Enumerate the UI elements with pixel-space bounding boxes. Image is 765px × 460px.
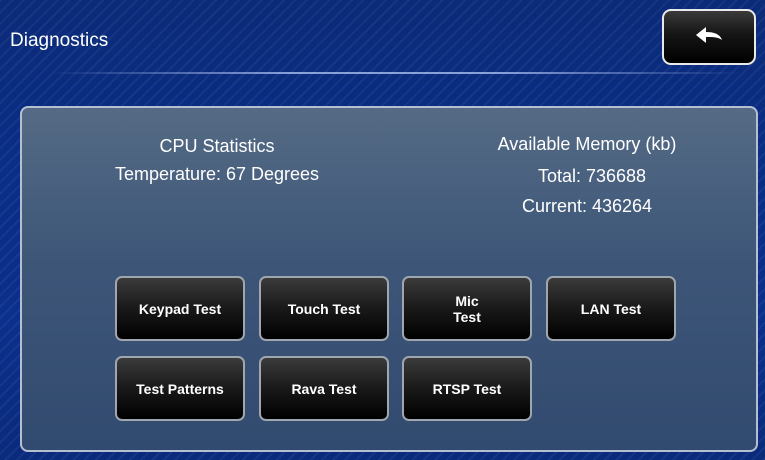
header-divider [50,72,740,74]
rtsp-test-label: RTSP Test [432,380,502,397]
page-title: Diagnostics [10,30,109,51]
mic-test-label-line2: Test [453,308,481,325]
touch-test-button[interactable]: Touch Test [259,276,389,341]
mic-test-label-line1: Mic [455,292,479,309]
memory-heading: Available Memory (kb) [497,134,677,154]
back-button[interactable] [662,9,756,65]
mic-test-button[interactable]: Mic Test [402,276,532,341]
keypad-test-label: Keypad Test [138,300,222,317]
keypad-test-button[interactable]: Keypad Test [115,276,245,341]
lan-test-button[interactable]: LAN Test [546,276,676,341]
memory-current: Current: 436264 [521,196,653,216]
rava-test-label: Rava Test [291,380,357,397]
rava-test-button[interactable]: Rava Test [259,356,389,421]
rtsp-test-button[interactable]: RTSP Test [402,356,532,421]
cpu-heading: CPU Statistics [159,136,275,156]
diagnostics-panel: CPU Statistics Temperature: 67 Degrees A… [20,106,758,452]
test-patterns-button[interactable]: Test Patterns [115,356,245,421]
lan-test-label: LAN Test [580,300,642,317]
back-arrow-icon [694,26,724,49]
touch-test-label: Touch Test [287,300,361,317]
cpu-temperature: Temperature: 67 Degrees [114,164,320,184]
test-patterns-label: Test Patterns [136,380,224,397]
memory-total: Total: 736688 [537,166,647,186]
